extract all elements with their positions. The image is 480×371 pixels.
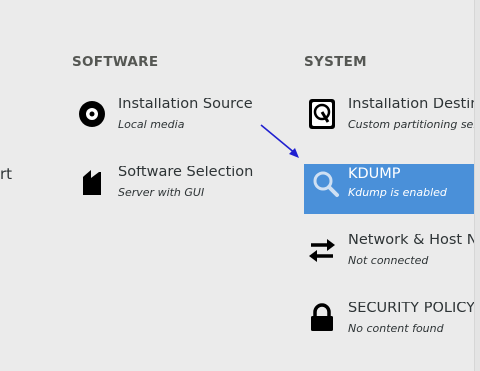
spoke-status: Not connected — [348, 254, 429, 267]
spoke-title: Software Selection — [118, 166, 254, 180]
spoke-status: No content found — [348, 322, 444, 335]
installation-destination-spoke[interactable]: Installation Destin Custom partitioning … — [306, 98, 474, 148]
spoke-status: Kdump is enabled — [348, 186, 447, 199]
lock-icon — [306, 302, 338, 334]
scrollbar-track[interactable] — [474, 0, 480, 371]
package-icon — [76, 166, 108, 198]
security-policy-spoke[interactable]: SECURITY POLICY No content found — [306, 302, 474, 352]
partial-spoke-label: rt — [0, 165, 13, 183]
harddisk-icon — [306, 98, 338, 130]
spoke-title: KDUMP — [348, 166, 401, 182]
spoke-status: Custom partitioning selecte — [348, 118, 474, 131]
network-hostname-spoke[interactable]: Network & Host N Not connected — [306, 234, 474, 284]
spoke-title: SECURITY POLICY — [348, 302, 474, 316]
magnifier-icon — [310, 168, 342, 200]
network-arrows-icon — [306, 234, 338, 266]
software-selection-spoke[interactable]: Software Selection Server with GUI — [76, 166, 276, 216]
installation-source-spoke[interactable]: Installation Source Local media — [76, 98, 276, 148]
spoke-status: Local media — [118, 118, 185, 131]
software-section-title: SOFTWARE — [72, 54, 159, 70]
spoke-title: Installation Destin — [348, 98, 474, 112]
disc-icon — [76, 98, 108, 130]
spoke-title: Installation Source — [118, 98, 253, 112]
spoke-title: Network & Host N — [348, 234, 474, 248]
kdump-spoke[interactable]: KDUMP Kdump is enabled — [304, 164, 474, 214]
spoke-status: Server with GUI — [118, 186, 205, 199]
system-section-title: SYSTEM — [304, 54, 367, 70]
